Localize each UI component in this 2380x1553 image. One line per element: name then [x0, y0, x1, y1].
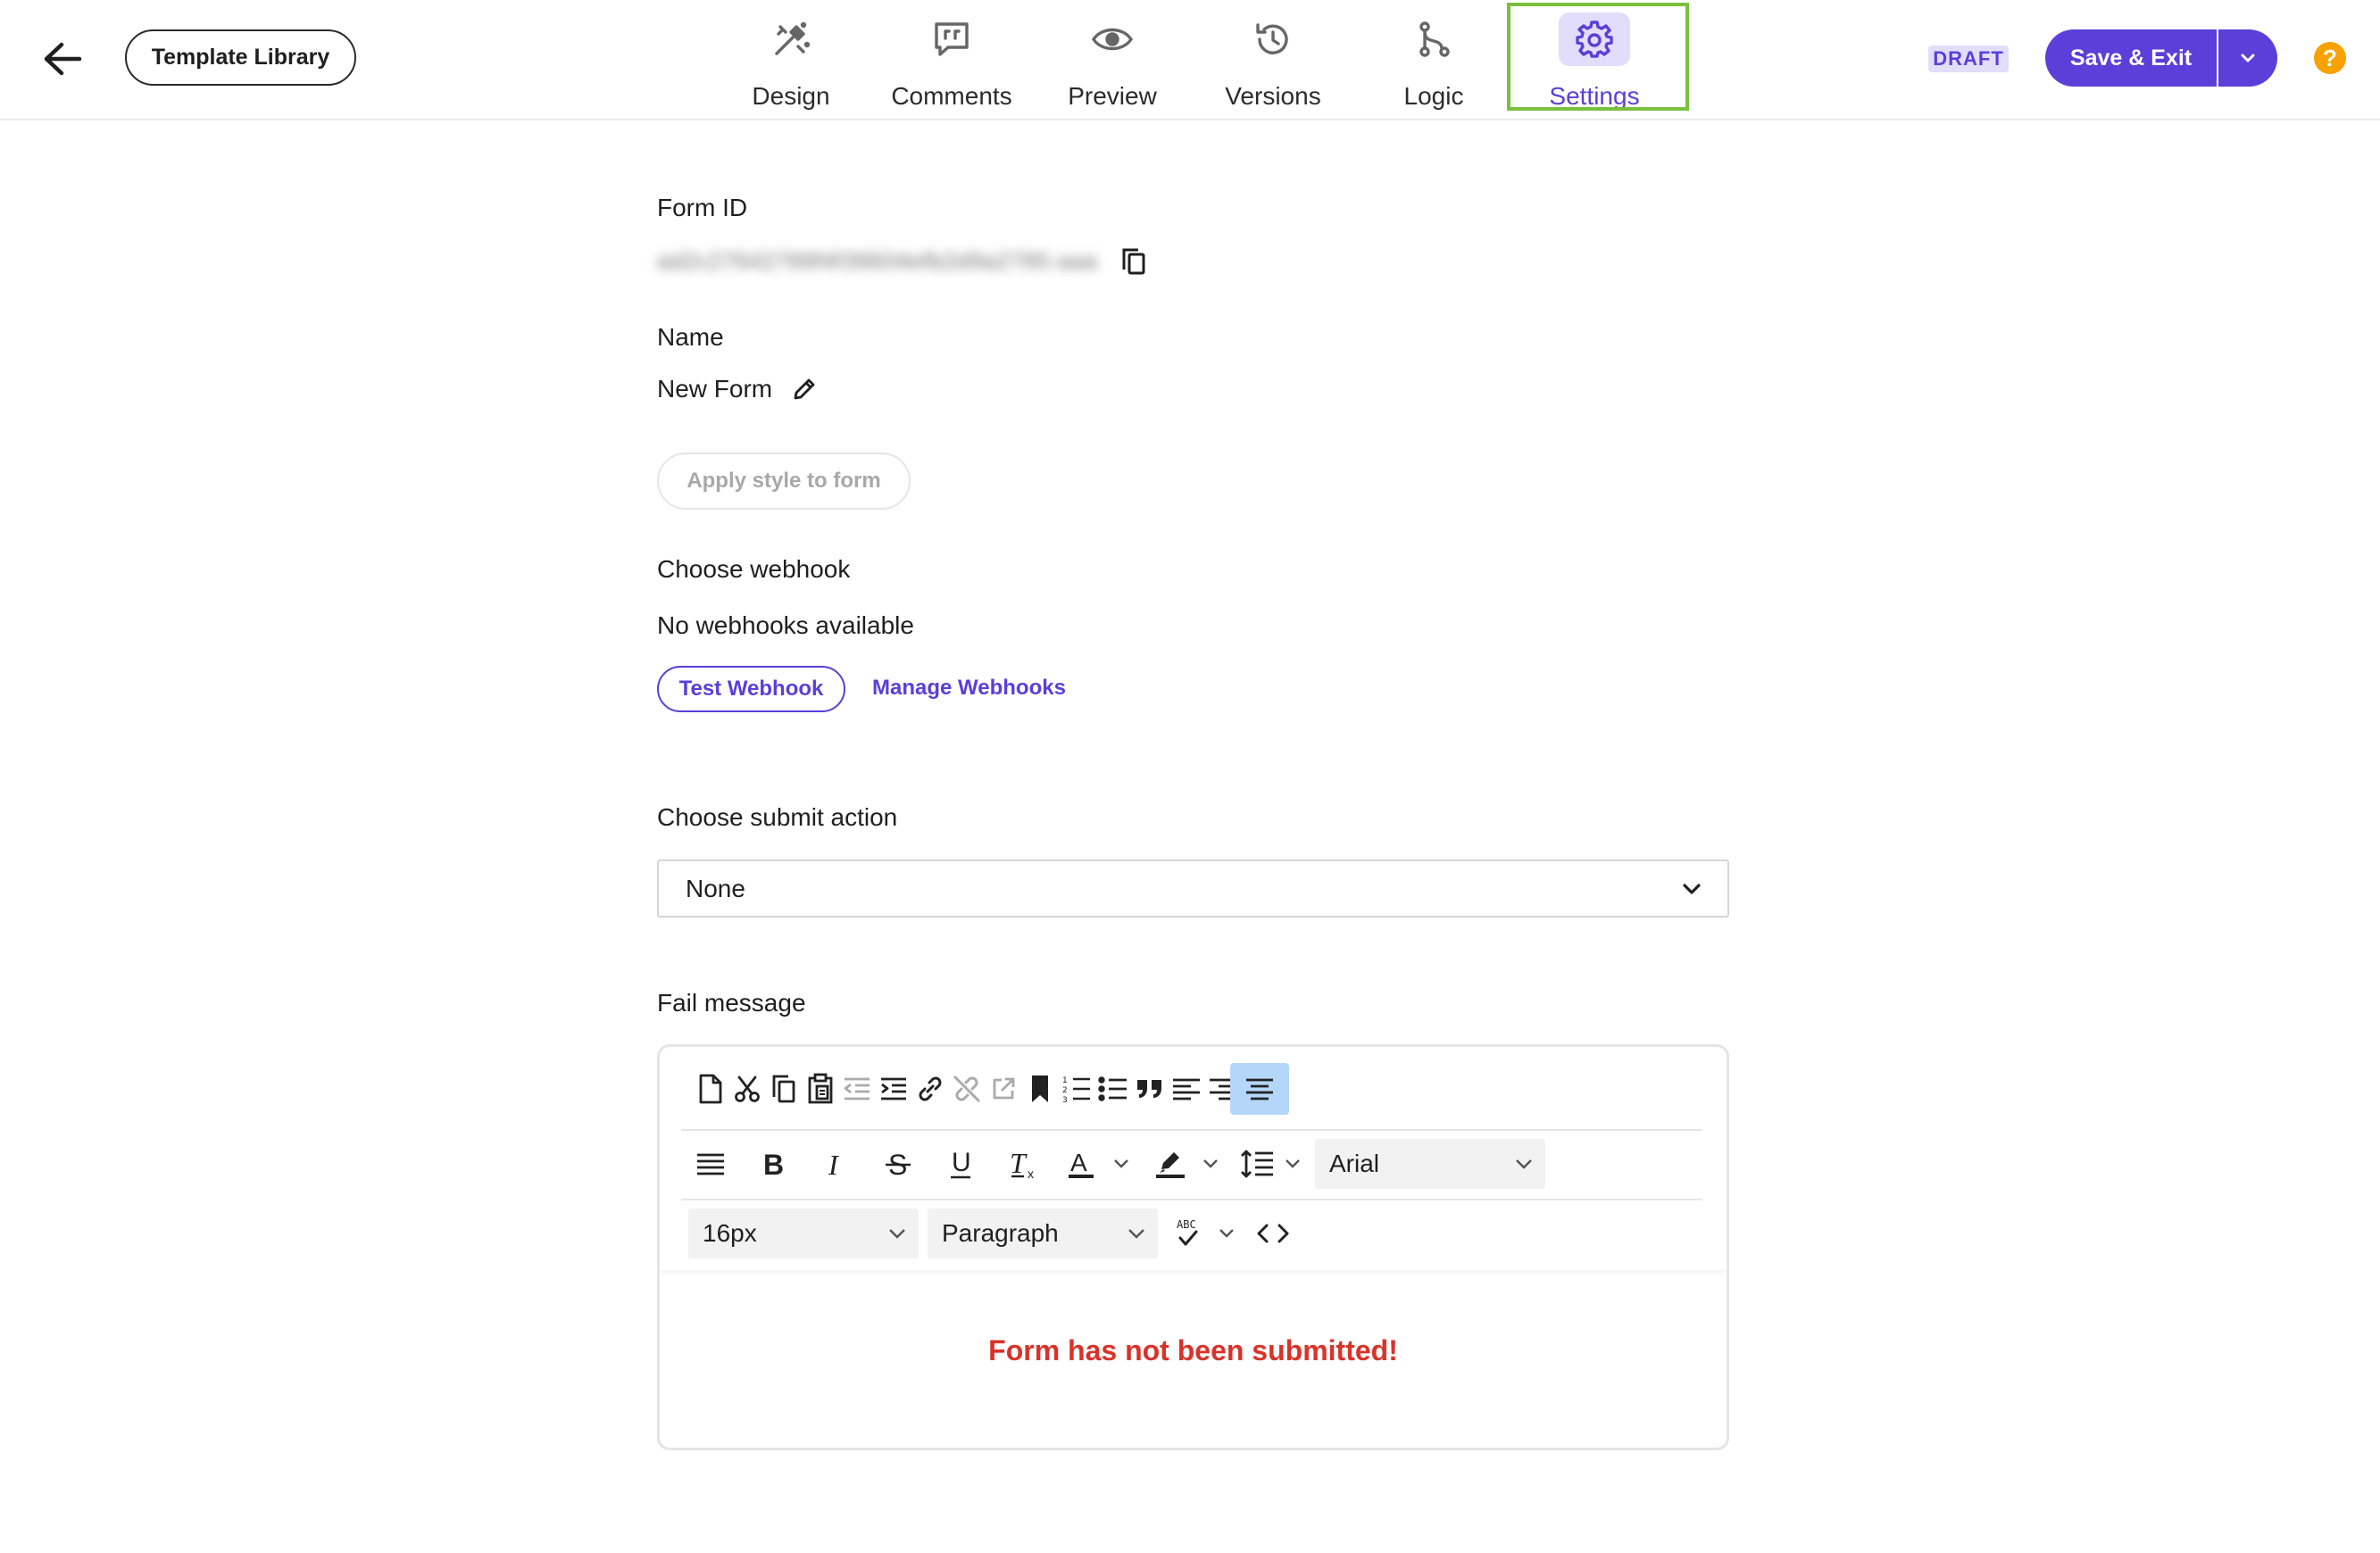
svg-text:I: I [828, 1150, 839, 1178]
test-webhook-button[interactable]: Test Webhook [657, 666, 845, 712]
svg-text:B: B [763, 1150, 784, 1178]
rich-text-editor: 123 B I S U T x A Arial 16px Paragraph A… [657, 1044, 1729, 1450]
svg-text:1: 1 [1062, 1076, 1068, 1085]
save-divider [2217, 29, 2218, 87]
eye-icon [1077, 12, 1148, 66]
copy-icon[interactable] [1118, 245, 1150, 278]
tab-versions[interactable]: Versions [1193, 12, 1353, 111]
manage-webhooks-link[interactable]: Manage Webhooks [872, 676, 1066, 701]
svg-text:2: 2 [1062, 1086, 1068, 1095]
chevron-down-icon[interactable] [1110, 1138, 1133, 1190]
history-icon [1237, 12, 1309, 66]
align-justify-icon[interactable] [681, 1138, 740, 1190]
top-bar: Template Library Design Comments Preview [0, 0, 2380, 120]
tab-design[interactable]: Design [711, 12, 871, 111]
svg-text:A: A [1070, 1149, 1087, 1176]
help-icon[interactable]: ? [2314, 42, 2346, 74]
editor-content-area[interactable]: Form has not been submitted! [660, 1270, 1727, 1448]
save-button-group: Save & Exit [2045, 29, 2277, 87]
font-size-select[interactable]: 16px [688, 1208, 919, 1258]
pencil-icon[interactable] [790, 375, 819, 403]
align-center-icon[interactable] [1230, 1063, 1289, 1115]
block-format-value: Paragraph [942, 1219, 1059, 1247]
form-id-value: ad2c27642789f4f39604efb2d9a2795-aaa [657, 248, 1098, 274]
chevron-down-icon[interactable] [1199, 1138, 1222, 1190]
tab-settings[interactable]: Settings [1514, 12, 1675, 111]
tab-settings-label: Settings [1549, 82, 1640, 110]
save-options-button[interactable] [2218, 29, 2277, 87]
tab-design-label: Design [752, 82, 830, 110]
tab-logic[interactable]: Logic [1353, 12, 1514, 111]
submit-action-label: Choose submit action [657, 803, 898, 831]
tab-versions-label: Versions [1225, 82, 1321, 110]
apply-style-button[interactable]: Apply style to form [657, 453, 911, 510]
chevron-down-icon [1516, 1159, 1532, 1169]
highlight-color-icon[interactable] [1145, 1138, 1195, 1190]
status-badge: DRAFT [1928, 46, 2009, 72]
chevron-down-icon [889, 1229, 905, 1239]
toolbar-row-2: B I S U Tx A Arial [681, 1129, 1702, 1199]
underline-icon[interactable]: U [931, 1138, 990, 1190]
block-format-select[interactable]: Paragraph [928, 1208, 1158, 1258]
logic-icon [1398, 12, 1469, 66]
toolbar-row-3: 16px Paragraph ABC [681, 1199, 1702, 1268]
toolbar-row-1: 123 [681, 1063, 1702, 1133]
save-exit-button[interactable]: Save & Exit [2045, 29, 2217, 87]
back-arrow-icon[interactable] [36, 32, 89, 86]
name-row: New Form [657, 375, 819, 403]
gear-icon [1559, 12, 1630, 66]
no-webhooks-text: No webhooks available [657, 611, 914, 639]
clear-formatting-icon[interactable]: Tx [994, 1138, 1053, 1190]
webhook-label: Choose webhook [657, 555, 851, 583]
svg-text:x: x [1028, 1167, 1034, 1180]
chevron-down-icon[interactable] [1215, 1208, 1238, 1259]
svg-text:3: 3 [1062, 1096, 1068, 1103]
submit-action-value: None [686, 874, 745, 902]
name-label: Name [657, 323, 724, 351]
comments-icon [916, 12, 987, 66]
design-icon [755, 12, 827, 66]
bold-icon[interactable]: B [744, 1138, 803, 1190]
chevron-down-icon[interactable] [1281, 1138, 1304, 1190]
fail-message-label: Fail message [657, 989, 806, 1017]
form-id-label: Form ID [657, 194, 748, 221]
tab-preview-label: Preview [1068, 82, 1157, 110]
editor-toolbar: 123 B I S U T x A Arial 16px Paragraph A… [660, 1047, 1727, 1270]
font-family-select[interactable]: Arial [1315, 1139, 1545, 1189]
text-color-icon[interactable]: A [1056, 1138, 1106, 1190]
font-size-value: 16px [703, 1219, 757, 1247]
svg-text:T: T [1010, 1148, 1028, 1179]
svg-text:U: U [952, 1149, 971, 1177]
chevron-down-icon [1128, 1229, 1144, 1239]
svg-text:ABC: ABC [1177, 1218, 1196, 1231]
line-height-icon[interactable] [1235, 1138, 1279, 1190]
strikethrough-icon[interactable]: S [869, 1138, 928, 1190]
font-family-value: Arial [1329, 1150, 1380, 1177]
submit-action-select[interactable]: None [657, 860, 1729, 918]
tab-preview[interactable]: Preview [1032, 12, 1193, 111]
tab-comments[interactable]: Comments [871, 12, 1032, 111]
template-library-button[interactable]: Template Library [125, 29, 356, 86]
fail-message-text: Form has not been submitted! [988, 1333, 1398, 1366]
tab-comments-label: Comments [891, 82, 1012, 110]
chevron-down-icon [1683, 883, 1701, 894]
chevron-down-icon [2241, 54, 2255, 62]
tab-logic-label: Logic [1403, 82, 1464, 110]
source-code-icon[interactable] [1244, 1208, 1302, 1259]
italic-icon[interactable]: I [806, 1138, 865, 1190]
form-id-row: ad2c27642789f4f39604efb2d9a2795-aaa [657, 245, 1150, 278]
spellcheck-icon[interactable]: ABC [1163, 1208, 1213, 1259]
form-name-value: New Form [657, 375, 773, 403]
